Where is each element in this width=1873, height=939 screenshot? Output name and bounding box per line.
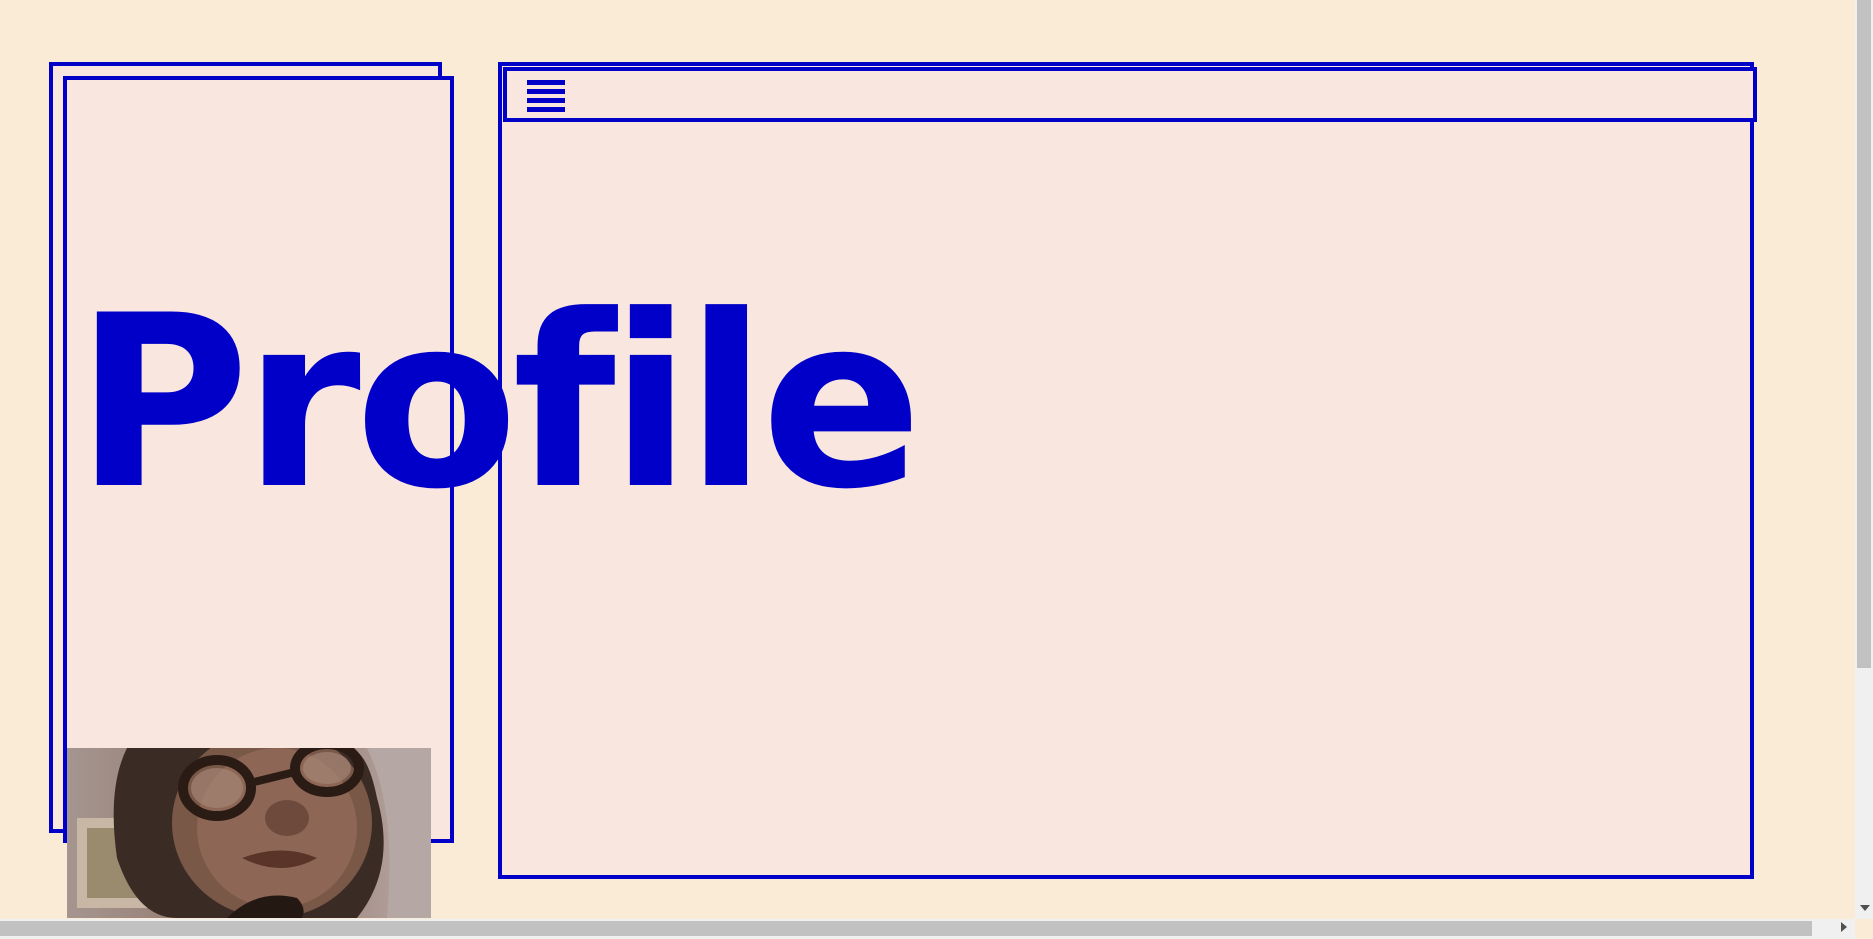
vertical-scrollbar[interactable] [1855, 0, 1873, 919]
top-nav-bar [503, 67, 1757, 122]
profile-photo [67, 748, 431, 918]
scroll-right-arrow-icon[interactable] [1841, 922, 1847, 932]
horizontal-scrollbar-thumb[interactable] [0, 921, 1812, 936]
scroll-down-arrow-icon[interactable] [1860, 905, 1870, 911]
vertical-scrollbar-thumb[interactable] [1857, 0, 1871, 668]
hamburger-menu-icon[interactable] [527, 80, 565, 112]
page-title: Profile [75, 265, 922, 542]
horizontal-scrollbar[interactable] [0, 919, 1855, 939]
avatar [67, 748, 431, 918]
